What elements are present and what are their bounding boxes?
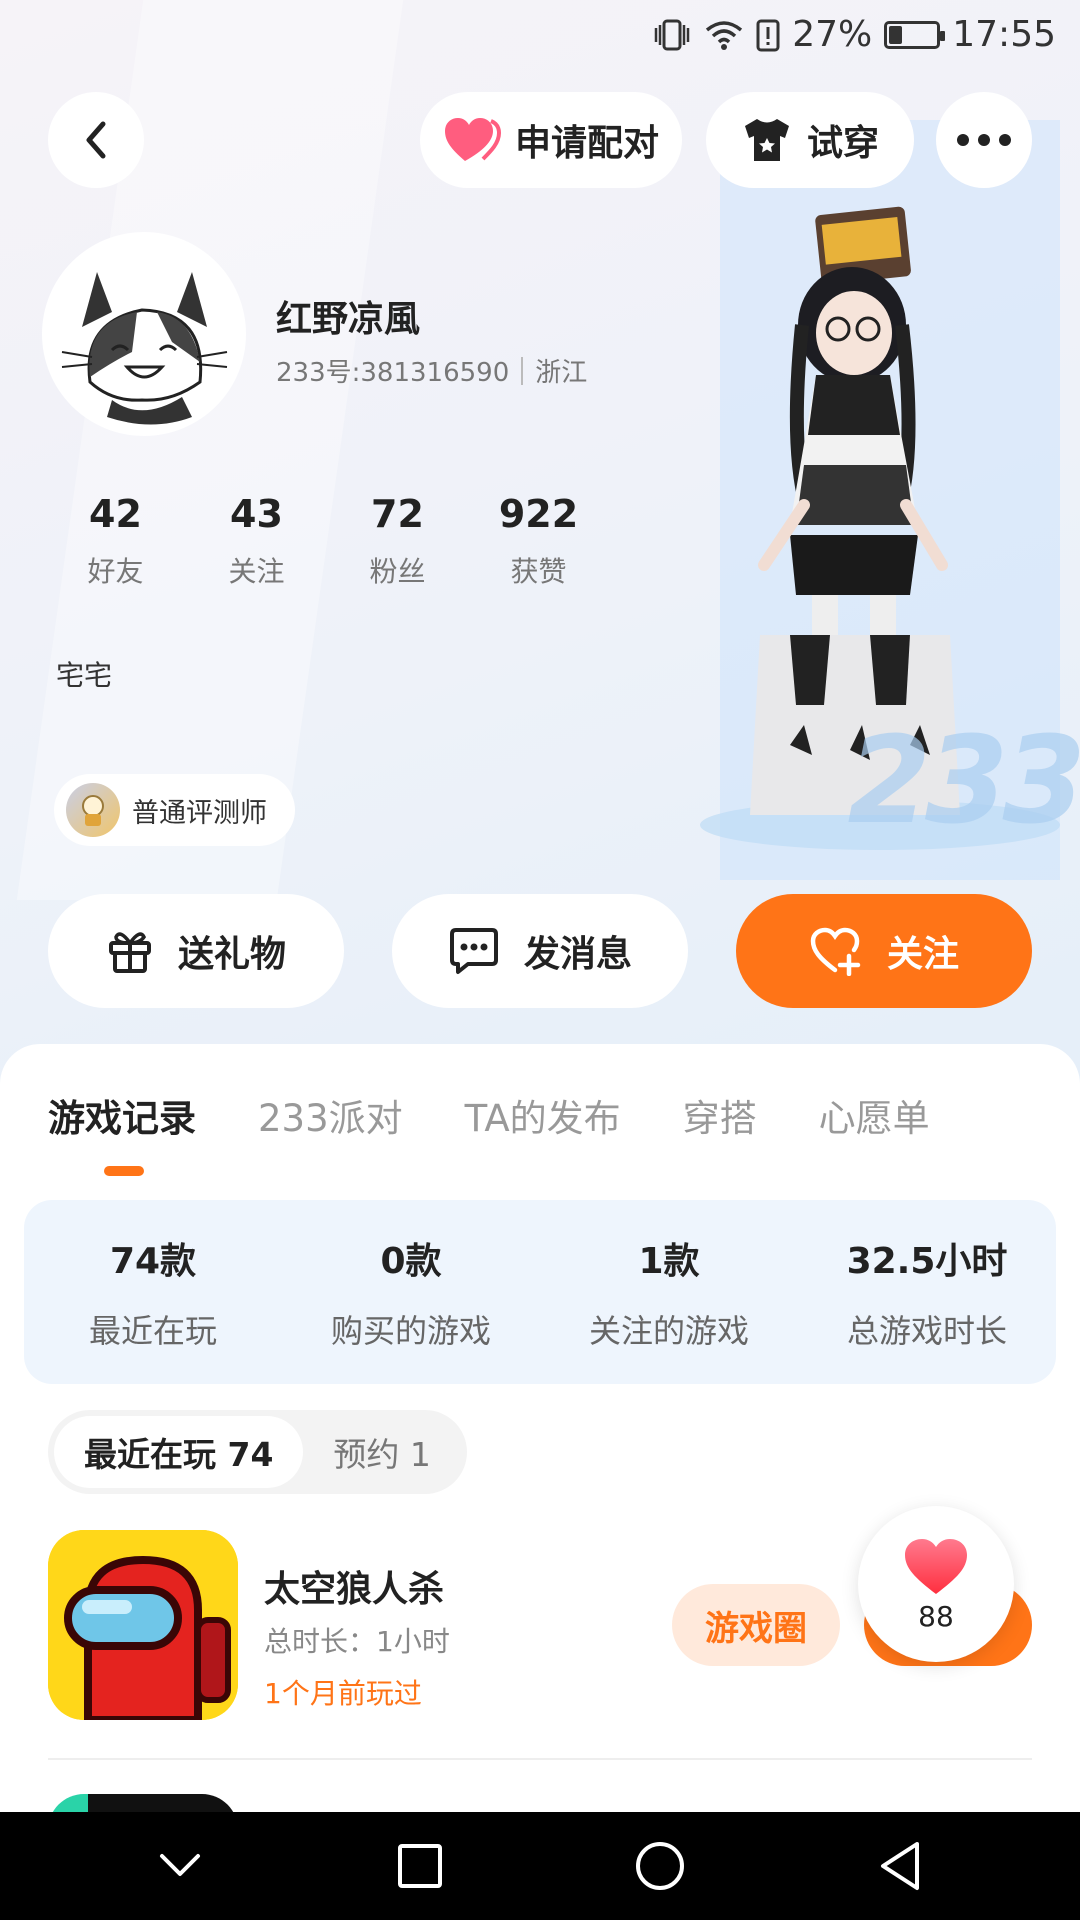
battery-percent: 27%	[792, 14, 873, 55]
user-id-line: 233号:381316590 浙江	[276, 352, 587, 389]
heart-icon	[444, 118, 501, 161]
circle-icon	[636, 1842, 684, 1890]
reviewer-badge-label: 普通评测师	[132, 797, 267, 829]
list-item[interactable]	[48, 1794, 238, 1812]
chat-bubble-icon	[449, 928, 498, 974]
tab-indicator	[104, 1166, 144, 1176]
summary-recent[interactable]: 74款 最近在玩	[24, 1232, 282, 1352]
summary-value: 32.5小时	[846, 1241, 1008, 1282]
back-button[interactable]	[48, 92, 144, 188]
game-summary: 74款 最近在玩 0款 购买的游戏 1款 关注的游戏 32.5小时 总游戏时长	[24, 1200, 1056, 1384]
summary-label: 总游戏时长	[846, 1312, 1007, 1350]
try-on-button[interactable]: 试穿	[706, 92, 914, 188]
tab-outfits[interactable]: 穿搭	[683, 1088, 757, 1142]
stat-value: 72	[371, 492, 424, 536]
brand-watermark: 233	[847, 712, 1080, 851]
summary-followed[interactable]: 1款 关注的游戏	[540, 1232, 798, 1352]
nav-recents-button[interactable]	[375, 1821, 465, 1911]
summary-value: 74款	[109, 1241, 197, 1282]
send-gift-label: 送礼物	[177, 934, 286, 975]
stat-label: 好友	[87, 555, 144, 588]
profile-stats: 42 好友 43 关注 72 粉丝 922 获赞	[45, 492, 609, 590]
username: 红野凉風	[276, 299, 421, 340]
stat-friends[interactable]: 42 好友	[45, 492, 186, 590]
more-button[interactable]	[936, 92, 1032, 188]
tab-posts[interactable]: TA的发布	[465, 1088, 621, 1142]
wifi-icon	[706, 20, 743, 50]
clock: 17:55	[952, 14, 1056, 55]
stat-label: 粉丝	[369, 555, 426, 588]
follow-button[interactable]: 关注	[736, 894, 1032, 1008]
bio-text: 宅宅	[56, 659, 113, 692]
stat-likes[interactable]: 922 获赞	[468, 492, 609, 590]
summary-label: 最近在玩	[88, 1312, 217, 1350]
content-sheet: 游戏记录 233派对 TA的发布 穿搭 心愿单 74款 最近在玩 0款 购买的游…	[0, 1044, 1080, 1812]
send-message-button[interactable]: 发消息	[392, 894, 688, 1008]
pair-request-button[interactable]: 申请配对	[420, 92, 682, 188]
nav-collapse-button[interactable]	[135, 1821, 225, 1911]
vibrate-icon	[654, 19, 690, 50]
square-icon	[398, 1844, 442, 1888]
shirt-icon	[744, 119, 789, 161]
summary-total-time[interactable]: 32.5小时 总游戏时长	[798, 1232, 1056, 1352]
summary-label: 关注的游戏	[588, 1312, 749, 1350]
more-dots-icon	[957, 134, 1011, 146]
stat-value: 42	[89, 492, 142, 536]
heart-plus-icon	[810, 927, 861, 976]
stat-fans[interactable]: 72 粉丝	[327, 492, 468, 590]
gift-icon	[108, 932, 151, 973]
filter-reserve[interactable]: 预约 1	[303, 1416, 461, 1488]
tab-wishlist[interactable]: 心愿单	[819, 1088, 930, 1142]
game-icon	[48, 1530, 238, 1720]
send-gift-button[interactable]: 送礼物	[48, 894, 344, 1008]
stat-label: 获赞	[510, 555, 567, 588]
user-id: 233号:381316590	[276, 358, 510, 388]
battery-icon	[884, 20, 946, 49]
stat-label: 关注	[228, 555, 285, 588]
stat-following[interactable]: 43 关注	[186, 492, 327, 590]
follow-label: 关注	[886, 934, 959, 975]
game-circle-button[interactable]: 游戏圈	[672, 1584, 840, 1666]
tab-game-records[interactable]: 游戏记录	[48, 1088, 196, 1142]
profile-tabs: 游戏记录 233派对 TA的发布 穿搭 心愿单	[48, 1088, 992, 1142]
separator	[521, 356, 524, 385]
reviewer-emblem-icon	[66, 783, 120, 837]
system-nav-bar	[0, 1812, 1080, 1920]
game-title: 太空狼人杀	[264, 1569, 445, 1610]
game-last-played: 1个月前玩过	[264, 1677, 422, 1710]
status-bar: 27% 17:55	[0, 0, 1080, 72]
tab-233-party[interactable]: 233派对	[258, 1088, 403, 1142]
summary-value: 0款	[380, 1241, 442, 1282]
heart-icon	[905, 1538, 967, 1594]
summary-purchased[interactable]: 0款 购买的游戏	[282, 1232, 540, 1352]
nav-back-button[interactable]	[855, 1821, 945, 1911]
summary-label: 购买的游戏	[330, 1312, 491, 1350]
stat-value: 922	[498, 492, 579, 536]
nav-home-button[interactable]	[615, 1821, 705, 1911]
triangle-back-icon	[881, 1842, 919, 1890]
reviewer-badge[interactable]: 普通评测师	[54, 774, 295, 846]
chevron-down-icon	[160, 1854, 200, 1876]
chevron-left-icon	[86, 121, 106, 159]
like-float-button[interactable]: 88	[858, 1506, 1014, 1662]
summary-value: 1款	[638, 1241, 700, 1282]
game-duration: 总时长：1小时	[264, 1625, 450, 1658]
like-count: 88	[918, 1599, 954, 1633]
user-location: 浙江	[535, 358, 588, 388]
pair-request-label: 申请配对	[514, 123, 659, 164]
battery-alert-icon	[756, 19, 780, 51]
filter-recent[interactable]: 最近在玩 74	[54, 1416, 304, 1488]
avatar[interactable]	[42, 232, 246, 436]
cat-avatar-icon	[61, 272, 228, 425]
try-on-label: 试穿	[806, 123, 879, 164]
send-message-label: 发消息	[523, 934, 632, 975]
stat-value: 43	[230, 492, 283, 536]
game-list-filter: 最近在玩 74 预约 1	[48, 1410, 467, 1494]
divider	[48, 1758, 1032, 1760]
